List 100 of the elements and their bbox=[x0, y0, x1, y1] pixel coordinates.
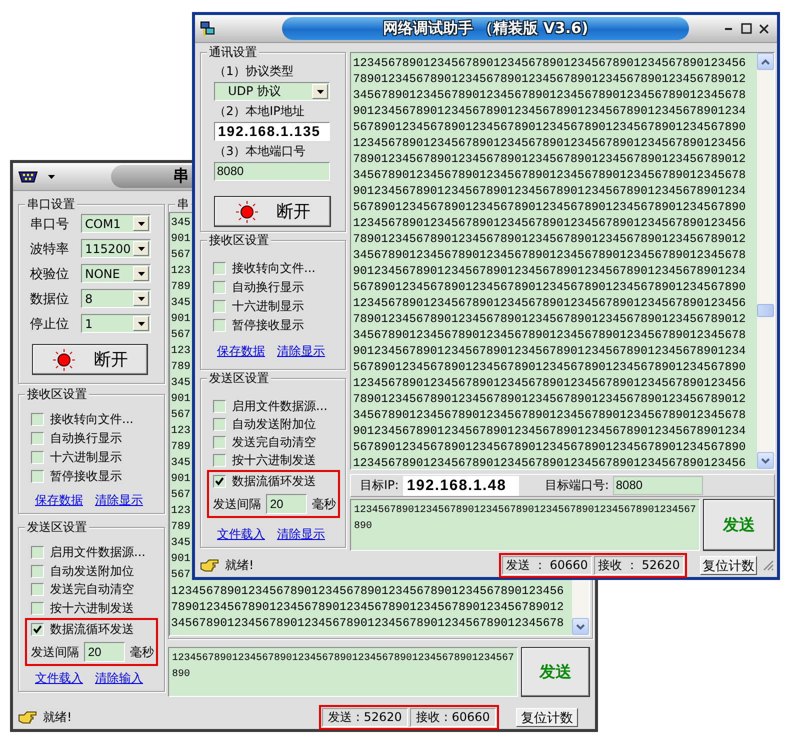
link[interactable]: 清除显示 bbox=[277, 343, 325, 360]
text-line: 901 bbox=[171, 472, 190, 487]
field-label: 串口号 bbox=[30, 216, 70, 232]
caret-icon bbox=[316, 90, 324, 94]
text-line: 12345678901234567890123456789012345678901234567890123456 bbox=[353, 295, 747, 311]
dropdown-button[interactable] bbox=[133, 216, 149, 231]
text-line: 78901234567890123456789012345678901234567890123456789012 bbox=[353, 391, 747, 407]
arrow-up-icon bbox=[761, 58, 770, 64]
field-label: 停止位 bbox=[30, 316, 70, 332]
link[interactable]: 清除显示 bbox=[95, 492, 143, 509]
indicator-light-icon bbox=[52, 348, 76, 372]
maximize-icon[interactable] bbox=[741, 23, 752, 34]
caret-icon bbox=[138, 272, 144, 276]
text-line: 90123456789012345678901234567890123456789012345678901234 bbox=[353, 103, 747, 119]
checkbox[interactable] bbox=[31, 602, 44, 616]
dropdown[interactable]: COM1 bbox=[81, 214, 151, 233]
caret-icon[interactable] bbox=[48, 174, 55, 178]
ip-address-field[interactable]: 192.168.1.135 bbox=[214, 122, 330, 141]
scroll-up-button[interactable] bbox=[757, 53, 774, 70]
ip-address-field[interactable]: 192.168.1.48 bbox=[402, 476, 519, 496]
link[interactable]: 文件载入 bbox=[35, 670, 83, 687]
dropdown[interactable]: 1 bbox=[81, 314, 151, 333]
checkbox[interactable] bbox=[213, 436, 226, 450]
link[interactable]: 保存数据 bbox=[35, 492, 83, 509]
checkbox[interactable] bbox=[213, 300, 226, 313]
caret-icon bbox=[138, 246, 144, 250]
text-line: 34567890123456789012345678901234567890123456789012345678 bbox=[353, 407, 747, 423]
port-field[interactable]: 8080 bbox=[612, 476, 703, 495]
network-icon bbox=[200, 20, 216, 36]
text-line: 78901234567890123456789012345678901234567890123456789012 bbox=[353, 71, 747, 87]
text-line: 34567890123456789012345678901234567890123456789012345678 bbox=[353, 87, 747, 103]
scroll-down-button[interactable] bbox=[572, 618, 589, 635]
checkbox[interactable] bbox=[31, 470, 44, 483]
scroll-down-button[interactable] bbox=[757, 452, 774, 469]
group-title: 接收区设置 bbox=[25, 387, 89, 402]
checkbox-label: 发送完自动清空 bbox=[232, 434, 316, 452]
checkbox[interactable] bbox=[213, 400, 226, 413]
checkbox[interactable] bbox=[31, 546, 44, 559]
disconnect-button[interactable]: 断开 bbox=[214, 196, 331, 227]
scroll-thumb[interactable] bbox=[757, 304, 774, 317]
interval-field[interactable]: 20 bbox=[266, 494, 307, 514]
checkbox[interactable] bbox=[31, 451, 44, 464]
text-line: 901 bbox=[171, 232, 190, 247]
checkbox[interactable] bbox=[213, 262, 226, 275]
dropdown[interactable]: 8 bbox=[81, 289, 151, 308]
link[interactable]: 清除输入 bbox=[95, 670, 143, 687]
field-label: 发送间隔 bbox=[31, 644, 79, 660]
text-line: 90123456789012345678901234567890123456789012345678901234 bbox=[353, 343, 747, 359]
send-button[interactable]: 发送 bbox=[521, 647, 590, 697]
text-line: 345 bbox=[171, 376, 190, 391]
checkbox-label: 自动发送附加位 bbox=[50, 562, 134, 580]
text-line: 901 bbox=[171, 392, 190, 407]
checkbox[interactable] bbox=[31, 583, 44, 596]
link[interactable]: 清除显示 bbox=[277, 526, 325, 543]
checkbox-label: 接收转向文件... bbox=[232, 260, 316, 277]
link[interactable]: 保存数据 bbox=[217, 343, 265, 360]
checkbox[interactable] bbox=[213, 454, 226, 468]
send-input[interactable]: 123456789012345678901234567890123456789012345678901234567890 bbox=[168, 647, 518, 697]
text-line: 345 bbox=[171, 216, 190, 231]
checkbox[interactable] bbox=[31, 432, 44, 445]
arrow-down-icon bbox=[761, 458, 770, 464]
checkbox-label: 暂停接收显示 bbox=[50, 468, 122, 485]
checkbox[interactable] bbox=[213, 319, 226, 332]
unit-label: 毫秒 bbox=[130, 644, 154, 660]
link[interactable]: 文件载入 bbox=[217, 526, 265, 543]
text-line: 12345678901234567890123456789012345678901234567890123456 bbox=[353, 455, 747, 469]
dropdown-button[interactable] bbox=[312, 84, 328, 99]
checkbox[interactable] bbox=[213, 475, 226, 488]
text-line: 78901234567890123456789012345678901234567890123456789012 bbox=[353, 231, 747, 247]
dropdown[interactable]: 115200 bbox=[81, 239, 151, 258]
text-line: 123 bbox=[171, 264, 190, 279]
send-button[interactable]: 发送 bbox=[703, 499, 775, 551]
text-line: 12345678901234567890123456789012345678901234567890123456 bbox=[171, 583, 565, 599]
checkbox[interactable] bbox=[213, 418, 226, 431]
checkbox[interactable] bbox=[213, 281, 226, 294]
dropdown-button[interactable] bbox=[133, 266, 149, 281]
field-label: 目标IP: bbox=[360, 477, 399, 494]
text-line: 789 bbox=[171, 280, 190, 295]
dropdown-button[interactable] bbox=[133, 241, 149, 256]
field-label: （1）协议类型 bbox=[214, 64, 295, 79]
reset-button[interactable]: 复位计数 bbox=[516, 708, 578, 726]
dropdown[interactable]: UDP 协议 bbox=[214, 82, 330, 101]
reset-button[interactable]: 复位计数 bbox=[700, 556, 757, 574]
status-text: 就绪! bbox=[225, 556, 255, 574]
checkbox-label: 十六进制显示 bbox=[232, 298, 304, 315]
dropdown-button[interactable] bbox=[133, 291, 149, 306]
interval-field[interactable]: 20 bbox=[84, 642, 125, 662]
checkbox[interactable] bbox=[31, 564, 44, 578]
counter-display: 发送 ： 60660 bbox=[502, 556, 592, 574]
dropdown-button[interactable] bbox=[133, 316, 149, 331]
send-input[interactable]: 123456789012345678901234567890123456789012345678901234567890 bbox=[350, 499, 700, 551]
dropdown[interactable]: NONE bbox=[81, 264, 151, 283]
checkbox-label: 自动发送附加位 bbox=[232, 416, 316, 433]
pointing-hand-icon bbox=[18, 710, 38, 724]
checkbox[interactable] bbox=[31, 413, 44, 426]
close-icon[interactable] bbox=[759, 24, 769, 34]
checkbox-label: 按十六进制发送 bbox=[50, 600, 134, 618]
checkbox[interactable] bbox=[31, 623, 44, 636]
disconnect-button[interactable]: 断开 bbox=[32, 344, 148, 375]
port-field[interactable]: 8080 bbox=[214, 162, 330, 181]
